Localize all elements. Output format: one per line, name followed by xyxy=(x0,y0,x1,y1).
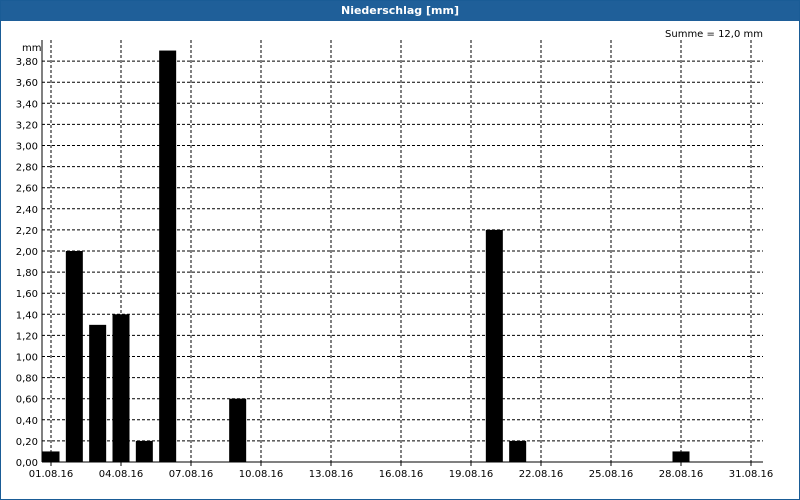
bar xyxy=(672,451,690,462)
x-tick-label: 16.08.16 xyxy=(379,469,424,480)
x-tick-label: 25.08.16 xyxy=(589,469,634,480)
bar-series xyxy=(42,50,690,463)
x-tick-label: 22.08.16 xyxy=(519,469,564,480)
bar xyxy=(135,440,153,462)
x-tick-labels: 01.08.16 04.08.16 07.08.16 10.08.16 13.08.16… xyxy=(29,469,774,480)
axes xyxy=(41,40,763,466)
y-tick-label: 0,80 xyxy=(16,374,38,385)
precipitation-chart: mm Summe = 12,0 mm 0,00 0,20 0,40 0,60 0,80 1… xyxy=(16,29,774,480)
grid-lines xyxy=(42,40,763,462)
y-tick-label: 2,20 xyxy=(16,226,38,237)
x-tick-label: 07.08.16 xyxy=(169,469,214,480)
x-tick-label: 31.08.16 xyxy=(729,469,774,480)
y-axis-unit-label: mm xyxy=(22,43,41,54)
bar xyxy=(89,324,107,462)
bar xyxy=(42,451,60,462)
bar xyxy=(112,314,130,462)
x-tick-label: 28.08.16 xyxy=(659,469,704,480)
y-tick-label: 2,60 xyxy=(16,184,38,195)
x-tick-label: 01.08.16 xyxy=(29,469,74,480)
bar xyxy=(485,229,503,462)
y-tick-label: 2,40 xyxy=(16,205,38,216)
y-tick-label: 3,80 xyxy=(16,57,38,68)
y-tick-label: 2,80 xyxy=(16,163,38,174)
x-tick-label: 13.08.16 xyxy=(309,469,354,480)
y-tick-label: 1,00 xyxy=(16,353,38,364)
y-tick-label: 3,20 xyxy=(16,120,38,131)
y-tick-label: 2,00 xyxy=(16,247,38,258)
y-tick-label: 1,60 xyxy=(16,289,38,300)
x-tick-label: 10.08.16 xyxy=(239,469,284,480)
x-tick-label: 19.08.16 xyxy=(449,469,494,480)
y-tick-label: 3,00 xyxy=(16,142,38,153)
y-tick-label: 0,60 xyxy=(16,395,38,406)
y-tick-label: 1,80 xyxy=(16,268,38,279)
y-tick-label: 1,40 xyxy=(16,310,38,321)
y-tick-label: 1,20 xyxy=(16,331,38,342)
x-tick-label: 04.08.16 xyxy=(99,469,144,480)
y-tick-label: 3,40 xyxy=(16,99,38,110)
chart-window: Niederschlag [mm] mm Summe = 12,0 mm 0,0… xyxy=(0,0,800,500)
window-title: Niederschlag [mm] xyxy=(1,1,799,21)
y-tick-label: 0,00 xyxy=(16,458,38,469)
y-tick-labels: 0,00 0,20 0,40 0,60 0,80 1,00 1,20 1,40 1,60 1,80… xyxy=(16,57,38,469)
bar xyxy=(509,440,527,462)
y-tick-label: 0,40 xyxy=(16,416,38,427)
sum-annotation: Summe = 12,0 mm xyxy=(665,29,763,40)
bar xyxy=(229,398,247,462)
bar xyxy=(159,50,177,463)
bar xyxy=(65,251,83,462)
y-tick-label: 0,20 xyxy=(16,437,38,448)
y-tick-label: 3,60 xyxy=(16,78,38,89)
